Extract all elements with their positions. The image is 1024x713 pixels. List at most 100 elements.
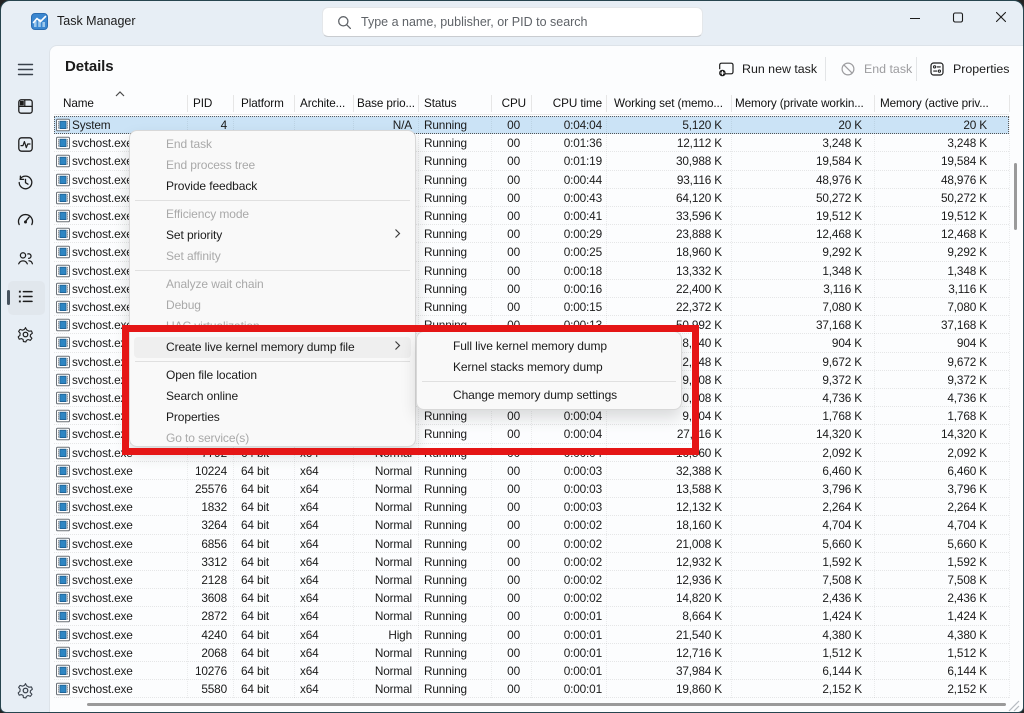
cell-status: Running [424, 171, 467, 189]
search-box[interactable] [322, 7, 703, 37]
cell-act: 20 K [874, 116, 987, 134]
cell-name: svchost.exe [72, 535, 133, 553]
menu-item[interactable]: Efficiency mode [134, 204, 411, 225]
close-button[interactable] [978, 1, 1024, 31]
run-new-task-label: Run new task [742, 62, 817, 76]
cell-name: svchost.exe [72, 498, 133, 516]
column-header-cpu[interactable]: CPU [491, 93, 526, 114]
cell-priv: 1,424 K [731, 607, 862, 625]
cell-priv: 9,672 K [731, 353, 862, 371]
sidebar-item-startup-apps[interactable] [17, 212, 34, 229]
process-icon [56, 682, 70, 696]
end-task-button[interactable]: End task [840, 56, 912, 82]
cell-name: svchost.exe [72, 298, 133, 316]
cell-time: 0:00:16 [531, 280, 602, 298]
cell-act: 48,976 K [874, 171, 987, 189]
menu-item[interactable]: Provide feedback [134, 176, 411, 197]
cell-cpu: 00 [491, 225, 520, 243]
cell-cpu: 00 [491, 553, 520, 571]
column-header-cpu-time[interactable]: CPU time [531, 93, 602, 114]
cell-cpu: 00 [491, 589, 520, 607]
process-icon [56, 245, 70, 259]
cell-platform: 64 bit [241, 571, 269, 589]
cell-act: 14,320 K [874, 425, 987, 443]
cell-time: 0:00:43 [531, 189, 602, 207]
sidebar-item-users[interactable] [17, 250, 34, 267]
process-icon [56, 282, 70, 296]
properties-button[interactable]: Properties [929, 56, 1009, 82]
run-new-task-button[interactable]: Run new task [718, 56, 817, 82]
menu-item[interactable]: Set affinity [134, 246, 411, 267]
cell-time: 0:00:44 [531, 171, 602, 189]
cell-status: Running [424, 280, 467, 298]
cell-base: Normal [353, 644, 412, 662]
cell-pid: 3608 [187, 589, 227, 607]
cell-platform: 64 bit [241, 680, 269, 698]
cell-cpu: 00 [491, 662, 520, 680]
cell-act: 9,372 K [874, 371, 987, 389]
vertical-scrollbar[interactable] [1014, 163, 1017, 230]
cell-name: svchost.exe [72, 171, 133, 189]
resize-grip-icon[interactable] [1005, 697, 1021, 713]
cell-priv: 3,248 K [731, 134, 862, 152]
cell-status: Running [424, 298, 467, 316]
maximize-button[interactable] [935, 1, 981, 31]
search-input[interactable] [361, 9, 691, 35]
cell-time: 0:00:01 [531, 662, 602, 680]
cell-act: 37,168 K [874, 316, 987, 334]
cell-ws: 14,820 K [606, 589, 722, 607]
cell-cpu: 00 [491, 480, 520, 498]
column-header-memory-private[interactable]: Memory (private workin... [735, 93, 864, 114]
hamburger-menu-icon[interactable] [17, 61, 34, 78]
column-header-base-priority[interactable]: Base prio... [357, 93, 415, 114]
column-header-platform[interactable]: Platform [241, 93, 284, 114]
cell-act: 2,092 K [874, 444, 987, 462]
menu-item[interactable]: Set priority [134, 225, 411, 246]
menu-item[interactable]: End process tree [134, 155, 411, 176]
cell-cpu: 00 [491, 189, 520, 207]
cell-status: Running [424, 225, 467, 243]
menu-item[interactable]: Debug [134, 295, 411, 316]
cell-time: 0:00:01 [531, 644, 602, 662]
column-header-status[interactable]: Status [424, 93, 457, 114]
cell-arch: x64 [300, 571, 319, 589]
properties-label: Properties [953, 62, 1009, 76]
cell-act: 5,660 K [874, 535, 987, 553]
cell-priv: 37,168 K [731, 316, 862, 334]
sidebar-item-performance[interactable] [17, 136, 34, 153]
horizontal-scrollbar[interactable] [87, 703, 1006, 706]
column-header-working-set[interactable]: Working set (memo... [614, 93, 723, 114]
cell-cpu: 00 [491, 462, 520, 480]
cell-base: Normal [353, 662, 412, 680]
settings-icon[interactable] [17, 682, 34, 699]
process-icon [56, 118, 70, 132]
cell-priv: 9,292 K [731, 243, 862, 261]
process-icon [56, 191, 70, 205]
menu-item[interactable]: End task [134, 134, 411, 155]
column-header-memory-active[interactable]: Memory (active priv... [880, 93, 989, 114]
minimize-button[interactable] [892, 1, 938, 31]
cell-ws: 21,540 K [606, 626, 722, 644]
column-header-architecture[interactable]: Archite... [300, 93, 345, 114]
sidebar-item-services[interactable] [17, 326, 34, 343]
cell-platform: 64 bit [241, 644, 269, 662]
cell-act: 3,116 K [874, 280, 987, 298]
cell-pid: 6856 [187, 535, 227, 553]
cell-priv: 3,796 K [731, 480, 862, 498]
cell-cpu: 00 [491, 535, 520, 553]
cell-base: Normal [353, 607, 412, 625]
cell-cpu: 00 [491, 280, 520, 298]
column-header-separator [233, 95, 234, 112]
column-header-name[interactable]: Name [63, 93, 94, 114]
cell-base: Normal [353, 535, 412, 553]
column-header-separator [731, 95, 732, 112]
menu-item-label: Set priority [166, 228, 222, 242]
toolbar-separator [825, 57, 826, 81]
cell-cpu: 00 [491, 626, 520, 644]
sidebar-item-app-history[interactable] [17, 174, 34, 191]
window-title: Task Manager [57, 14, 136, 28]
sidebar-item-details[interactable] [17, 288, 34, 305]
column-header-pid[interactable]: PID [193, 93, 212, 114]
cell-name: svchost.exe [72, 553, 133, 571]
menu-item[interactable]: Analyze wait chain [134, 274, 411, 295]
